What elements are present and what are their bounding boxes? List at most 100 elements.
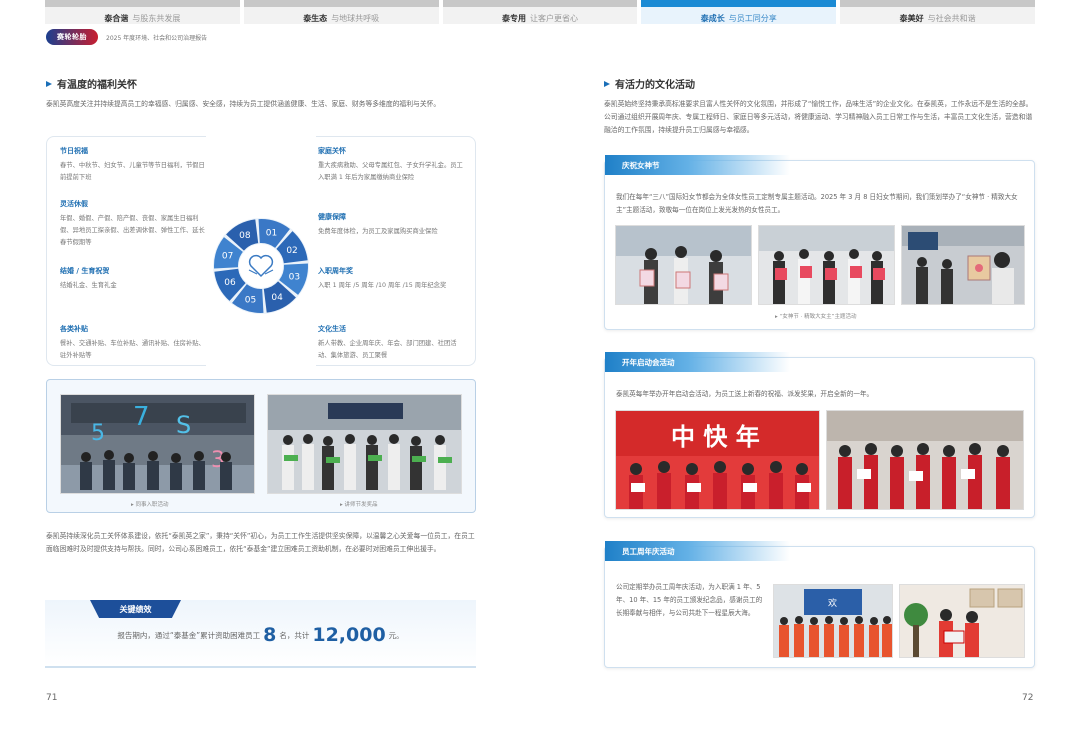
panel-caption: ▸ “女神节 · 精致大女主”主题活动 [775, 314, 857, 320]
benefit-title: 结婚 / 生育祝贺 [60, 267, 110, 275]
welfare-closing: 泰凯英持续深化员工关怀体系建设，依托“泰凯英之家”，秉持“关怀”初心，为员工工作… [46, 532, 475, 553]
title-marker-icon [46, 80, 52, 87]
nav-tab-slogan: 与社会共和谐 [927, 14, 976, 23]
culture-intro: 泰凯英始终坚持秉承高标准要求且富人性关怀的文化氛围，并形成了“愉悦工作，品味生活… [604, 100, 1033, 134]
kp-amount: 12,000 [312, 624, 386, 646]
benefit-desc: 新人带教、企业周年庆、年会、部门团建、社团活动、集体旅游、员工聚餐 [318, 340, 457, 359]
key-performance-label: 关键绩效 [90, 600, 181, 618]
nav-tab-name: 泰成长 [700, 14, 725, 23]
panel-kickoff: 开年启动会活动 泰凯英每年举办开年启动会活动，为员工送上新春的祝福、派发奖果，开… [604, 352, 1035, 518]
benefit-allowance: 各类补贴 餐补、交通补贴、车位补贴、通讯补贴、住房补贴、驻外补贴等 [60, 324, 205, 362]
caption-text: 同事入职活动 [135, 502, 169, 508]
wheel-center [239, 244, 283, 288]
nav-tab-slogan: 与员工同分享 [728, 14, 777, 23]
photo-caption-2: ▸ 讲师节发奖品 [340, 502, 378, 508]
panel-text: 泰凯英每年举办开年启动会活动，为员工送上新春的祝福、派发奖果，开启全新的一年。 [616, 390, 874, 398]
benefit-title: 入职周年奖 [318, 267, 353, 275]
section-title-culture: 有活力的文化活动 [604, 76, 695, 91]
top-nav: 泰合谐 与股东共发展 泰生态 与地球共呼吸 泰专用 让客户更省心 泰成长 与员工同分享 … [45, 0, 1035, 24]
wheel-number: 02 [286, 246, 297, 256]
benefit-desc: 结婚礼金、生育礼金 [60, 282, 117, 289]
wheel-number: 04 [271, 293, 283, 303]
nav-tab-3[interactable]: 泰专用 让客户更省心 [442, 0, 638, 24]
nav-tab-5[interactable]: 泰美好 与社会共和谐 [840, 0, 1035, 24]
photo-womens-day-2 [758, 225, 895, 305]
benefit-culture: 文化生活 新人带教、企业周年庆、年会、部门团建、社团活动、集体旅游、员工聚餐 [318, 324, 468, 362]
nav-tab-name: 泰生态 [303, 14, 328, 23]
benefit-anniversary: 入职周年奖 入职 1 周年 /5 周年 /10 周年 /15 周年纪念奖 [318, 266, 468, 292]
photo-teachers [267, 394, 462, 494]
wheel-number: 05 [245, 295, 256, 305]
kp-mid: 名，共计 [279, 631, 310, 640]
svg-text:中 快 年: 中 快 年 [671, 422, 760, 451]
caption-text: “女神节 · 精致大女主”主题活动 [779, 314, 857, 320]
report-title: 2025 年度环境、社会和公司治理报告 [106, 34, 208, 42]
benefit-title: 家庭关怀 [318, 147, 346, 155]
panel-womens-day: 庆祝女神节 我们在每年“三八”国际妇女节都会为全体女性员工定制专属主题活动。20… [604, 155, 1035, 330]
wheel-number: 01 [266, 229, 277, 239]
panel-title: 开年启动会活动 [605, 352, 790, 372]
benefit-title: 灵活休假 [60, 200, 88, 208]
photo-kickoff-1: 中 快 年 [615, 410, 820, 510]
nav-tab-name: 泰美好 [899, 14, 924, 23]
photo-womens-day-1 [615, 225, 752, 305]
benefit-desc: 年假、婚假、产假、陪产假、丧假、家属生日福利假、异地员工探亲假、出差调休假、弹性… [60, 215, 205, 246]
svg-text:7: 7 [133, 402, 150, 432]
benefit-title: 文化生活 [318, 325, 346, 333]
wheel-number: 06 [224, 278, 236, 288]
welfare-intro: 泰凯英高度关注并持续提高员工的幸福感、归属感、安全感，持续为员工提供涵盖健康、生… [46, 100, 441, 108]
wheel-number: 08 [239, 231, 251, 241]
photo-anniversary-2 [899, 584, 1025, 658]
key-performance-text: 报告期内，通过“泰基金”累计资助困难员工 8 名，共计 12,000 元。 [45, 624, 476, 646]
benefit-desc: 入职 1 周年 /5 周年 /10 周年 /15 周年纪念奖 [318, 282, 447, 289]
nav-tab-1[interactable]: 泰合谐 与股东共发展 [45, 0, 240, 24]
photo-onboarding: 5 7 S 3 [60, 394, 255, 494]
section-title-welfare: 有温度的福利关怀 [46, 76, 137, 91]
kp-suffix: 元。 [388, 631, 404, 640]
wheel-number: 07 [222, 251, 233, 261]
key-performance-box: 关键绩效 报告期内，通过“泰基金”累计资助困难员工 8 名，共计 12,000 元。 [45, 600, 476, 668]
benefit-wheel: 01 02 03 04 05 06 07 08 [213, 218, 309, 314]
svg-text:欢: 欢 [828, 597, 837, 609]
nav-tab-name: 泰合谐 [104, 14, 129, 23]
nav-tab-slogan: 让客户更省心 [529, 14, 578, 23]
benefit-title: 各类补贴 [60, 325, 88, 333]
photo-anniversary-1: 欢 [773, 584, 893, 658]
panel-title: 员工周年庆活动 [605, 541, 790, 561]
benefit-desc: 重大疾病救助、父母专属红包、子女升学礼金。员工入职满 1 年后为家属缴纳商业保险 [318, 162, 463, 181]
nav-tab-slogan: 与股东共发展 [132, 14, 181, 23]
nav-tab-2[interactable]: 泰生态 与地球共呼吸 [243, 0, 439, 24]
kp-count: 8 [263, 624, 277, 646]
wheel-number: 03 [289, 273, 300, 283]
nav-tab-name: 泰专用 [501, 14, 526, 23]
benefit-marriage: 结婚 / 生育祝贺 结婚礼金、生育礼金 [60, 266, 205, 292]
photo-kickoff-2 [826, 410, 1024, 510]
section-title-text: 有活力的文化活动 [615, 80, 695, 91]
panel-anniversary: 员工周年庆活动 公司定期举办员工周年庆活动，为入职满 1 年、5 年、10 年、… [604, 541, 1035, 668]
photo-caption-1: ▸ 同事入职活动 [131, 502, 169, 508]
benefit-health: 健康保障 免费年度体检，为员工及家属购买商业保险 [318, 212, 468, 238]
page-number-right: 72 [1022, 693, 1034, 703]
benefit-festival: 节日祝福 春节、中秋节、妇女节、儿童节等节日福利，节假日前提前下班 [60, 146, 205, 184]
benefit-flexible-leave: 灵活休假 年假、婚假、产假、陪产假、丧假、家属生日福利假、异地员工探亲假、出差调… [60, 199, 205, 249]
company-logo-area: 赛轮轮胎 2025 年度环境、社会和公司治理报告 [46, 29, 207, 45]
benefit-desc: 免费年度体检，为员工及家属购买商业保险 [318, 228, 438, 235]
panel-text: 公司定期举办员工周年庆活动，为入职满 1 年、5 年、10 年、15 年的员工颁… [616, 583, 763, 617]
kp-prefix: 报告期内，通过“泰基金”累计资助困难员工 [117, 631, 261, 640]
benefit-desc: 餐补、交通补贴、车位补贴、通讯补贴、住房补贴、驻外补贴等 [60, 340, 205, 359]
photo-womens-day-3 [901, 225, 1025, 305]
benefit-desc: 春节、中秋节、妇女节、儿童节等节日福利，节假日前提前下班 [60, 162, 205, 181]
benefit-title: 健康保障 [318, 213, 346, 221]
svg-text:S: S [176, 411, 191, 439]
benefit-family: 家庭关怀 重大疾病救助、父母专属红包、子女升学礼金。员工入职满 1 年后为家属缴… [318, 146, 468, 184]
company-logo: 赛轮轮胎 [46, 29, 98, 45]
section-title-text: 有温度的福利关怀 [57, 80, 137, 91]
benefit-title: 节日祝福 [60, 147, 88, 155]
panel-text: 我们在每年“三八”国际妇女节都会为全体女性员工定制专属主题活动。2025 年 3… [616, 193, 1018, 214]
nav-tab-slogan: 与地球共呼吸 [331, 14, 380, 23]
caption-text: 讲师节发奖品 [344, 502, 378, 508]
panel-title: 庆祝女神节 [605, 155, 790, 175]
svg-text:5: 5 [91, 421, 105, 446]
nav-tab-4-active[interactable]: 泰成长 与员工同分享 [641, 0, 837, 24]
page-number-left: 71 [46, 693, 58, 703]
